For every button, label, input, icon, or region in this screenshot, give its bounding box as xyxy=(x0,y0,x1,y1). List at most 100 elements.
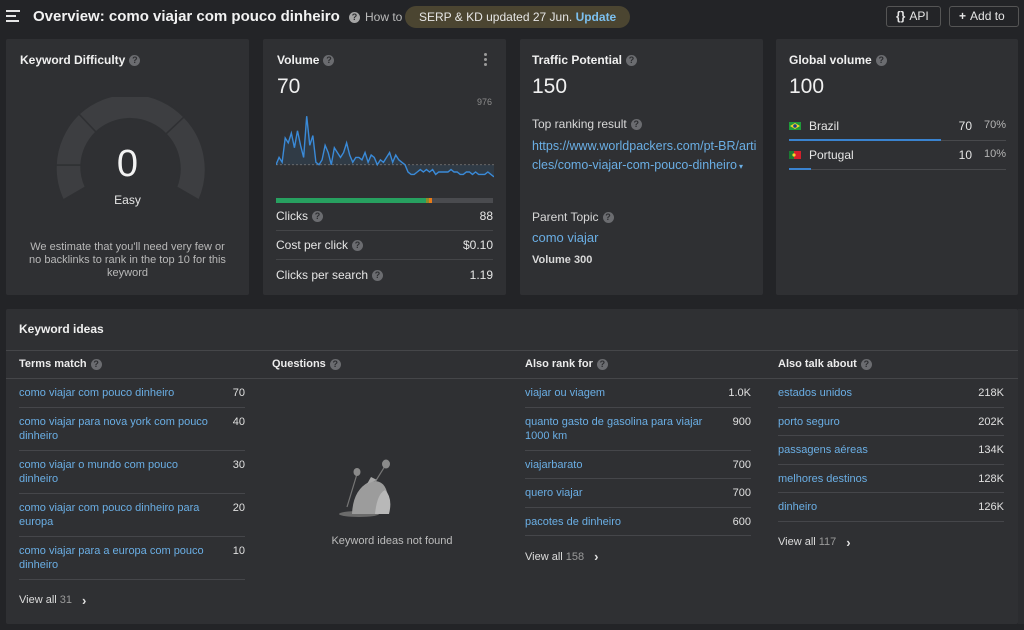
help-icon[interactable]: ? xyxy=(596,358,608,370)
help-icon[interactable]: ? xyxy=(312,211,323,223)
keyword-link[interactable]: quanto gasto de gasolina para viajar 100… xyxy=(525,415,720,444)
help-icon[interactable]: ? xyxy=(630,119,642,131)
keyword-row: viajarbarato 700 xyxy=(525,451,751,479)
top-bar: Overview: como viajar com pouco dinheiro… xyxy=(0,0,1024,34)
clicks-value: 88 xyxy=(479,209,493,223)
keyword-link[interactable]: pacotes de dinheiro xyxy=(525,515,720,530)
country-share-bar xyxy=(789,139,941,141)
menu-icon[interactable] xyxy=(6,10,20,22)
gauge-segment xyxy=(77,97,186,136)
keyword-row: melhores destinos 128K xyxy=(778,465,1004,493)
keyword-volume: 218K xyxy=(978,387,1004,399)
help-icon[interactable]: ? xyxy=(129,55,141,67)
keyword-volume: 202K xyxy=(978,415,1004,428)
chevron-right-icon: › xyxy=(81,592,87,608)
update-link[interactable]: Update xyxy=(576,10,617,24)
keyword-volume: 70 xyxy=(232,387,245,399)
terms-match-column: Terms match? como viajar com pouco dinhe… xyxy=(19,350,259,620)
keyword-link[interactable]: como viajar com pouco dinheiro xyxy=(19,386,214,401)
keyword-list: estados unidos 218K porto seguro 202K pass… xyxy=(778,379,1004,550)
help-icon[interactable]: ? xyxy=(860,358,872,370)
volume-card: Volume? 70 976 Clicks? 88 Cost per click… xyxy=(263,39,506,295)
keyword-link[interactable]: quero viajar xyxy=(525,486,720,501)
help-icon[interactable]: ? xyxy=(875,55,887,67)
help-icon[interactable]: ? xyxy=(602,212,614,224)
country-percent: 10% xyxy=(983,148,1006,160)
keyword-link[interactable]: como viajar com pouco dinheiro para euro… xyxy=(19,501,214,530)
caret-down-icon[interactable]: ▾ xyxy=(739,162,743,171)
view-all-terms-match[interactable]: View all 31 › xyxy=(19,593,245,608)
keyword-volume: 600 xyxy=(732,515,751,528)
help-icon[interactable]: ? xyxy=(626,55,638,67)
help-icon[interactable]: ? xyxy=(329,358,341,370)
country-name: Brazil xyxy=(809,119,840,133)
help-icon[interactable]: ? xyxy=(352,240,364,252)
scrollbar[interactable] xyxy=(1018,309,1024,624)
keyword-row: dinheiro 126K xyxy=(778,493,1004,522)
clicks-label: Clicks? xyxy=(276,209,323,223)
keyword-link[interactable]: como viajar o mundo com pouco dinheiro xyxy=(19,458,214,487)
volume-trend-chart xyxy=(276,116,494,178)
help-icon[interactable]: ? xyxy=(372,269,384,281)
country-row-brazil[interactable]: Brazil 70 70% xyxy=(789,116,1006,145)
kd-label: Easy xyxy=(114,193,141,207)
empty-state-illustration xyxy=(339,459,391,517)
keyword-link[interactable]: viajar ou viagem xyxy=(525,386,720,401)
country-volume: 10 xyxy=(958,148,972,162)
gv-title-text: Global volume xyxy=(789,53,872,67)
keyword-link[interactable]: viajarbarato xyxy=(525,458,720,473)
country-row-portugal[interactable]: Portugal 10 10% xyxy=(789,145,1006,174)
volume-title-text: Volume xyxy=(277,53,320,67)
keyword-row: porto seguro 202K xyxy=(778,408,1004,436)
country-name: Portugal xyxy=(809,148,854,162)
keyword-volume: 10 xyxy=(232,544,245,557)
update-notice-text: SERP & KD updated 27 Jun. xyxy=(419,10,573,24)
keyword-volume: 900 xyxy=(732,415,751,428)
keyword-difficulty-card: Keyword Difficulty? 0 Easy We estimate t… xyxy=(6,39,249,295)
keyword-row: como viajar para nova york com pouco din… xyxy=(19,408,245,451)
view-all-also-talk-about[interactable]: View all 117 › xyxy=(778,535,1004,550)
questions-column: Questions? Keyword ideas not found xyxy=(272,350,512,620)
kd-value: 0 xyxy=(116,143,139,185)
api-button[interactable]: {} API xyxy=(886,6,941,27)
portugal-flag-icon xyxy=(789,151,801,159)
keyword-volume: 700 xyxy=(732,458,751,471)
help-icon[interactable]: ? xyxy=(323,55,335,67)
keyword-link[interactable]: como viajar para nova york com pouco din… xyxy=(19,415,214,444)
keyword-row: passagens aéreas 134K xyxy=(778,436,1004,465)
plus-icon: + xyxy=(959,9,967,23)
tp-title-text: Traffic Potential xyxy=(532,53,623,67)
keyword-row: quanto gasto de gasolina para viajar 100… xyxy=(525,408,751,451)
gv-title: Global volume? xyxy=(789,53,887,67)
keyword-link[interactable]: dinheiro xyxy=(778,500,973,515)
more-options-icon[interactable] xyxy=(484,53,488,67)
keyword-row: viajar ou viagem 1.0K xyxy=(525,379,751,408)
keyword-link[interactable]: melhores destinos xyxy=(778,472,973,487)
keyword-volume: 126K xyxy=(978,501,1004,513)
view-all-also-rank-for[interactable]: View all 158 › xyxy=(525,549,751,564)
cps-value: 1.19 xyxy=(469,267,493,282)
trend-area xyxy=(276,116,494,177)
keyword-link[interactable]: como viajar para a europa com pouco dinh… xyxy=(19,544,214,573)
add-to-button[interactable]: + Add to xyxy=(949,6,1019,27)
help-icon[interactable]: ? xyxy=(90,358,102,370)
brazil-flag-icon xyxy=(789,122,801,130)
country-percent: 70% xyxy=(983,119,1006,131)
traffic-potential-card: Traffic Potential? 150 Top ranking resul… xyxy=(520,39,763,295)
keyword-link[interactable]: passagens aéreas xyxy=(778,443,973,458)
cps-label: Clicks per search? xyxy=(276,268,384,282)
top-result-link[interactable]: https://www.worldpackers.com/pt-BR/artic… xyxy=(532,137,757,176)
page-title: Overview: como viajar com pouco dinheiro xyxy=(33,8,340,25)
cpc-value: $0.10 xyxy=(462,238,493,252)
keyword-link[interactable]: porto seguro xyxy=(778,415,973,430)
kd-title-text: Keyword Difficulty xyxy=(20,53,126,67)
keyword-ideas-panel: Keyword ideas Terms match? como viajar c… xyxy=(6,309,1018,624)
country-volume: 70 xyxy=(958,119,972,133)
keyword-link[interactable]: estados unidos xyxy=(778,386,973,401)
tp-value: 150 xyxy=(532,75,568,98)
parent-topic-label: Parent Topic? xyxy=(532,210,614,224)
how-to-link[interactable]: ? How to xyxy=(349,10,402,24)
parent-topic-volume: Volume 300 xyxy=(532,254,593,266)
keyword-list: como viajar com pouco dinheiro 70 como vi… xyxy=(19,379,245,608)
parent-topic-link[interactable]: como viajar xyxy=(532,230,598,245)
